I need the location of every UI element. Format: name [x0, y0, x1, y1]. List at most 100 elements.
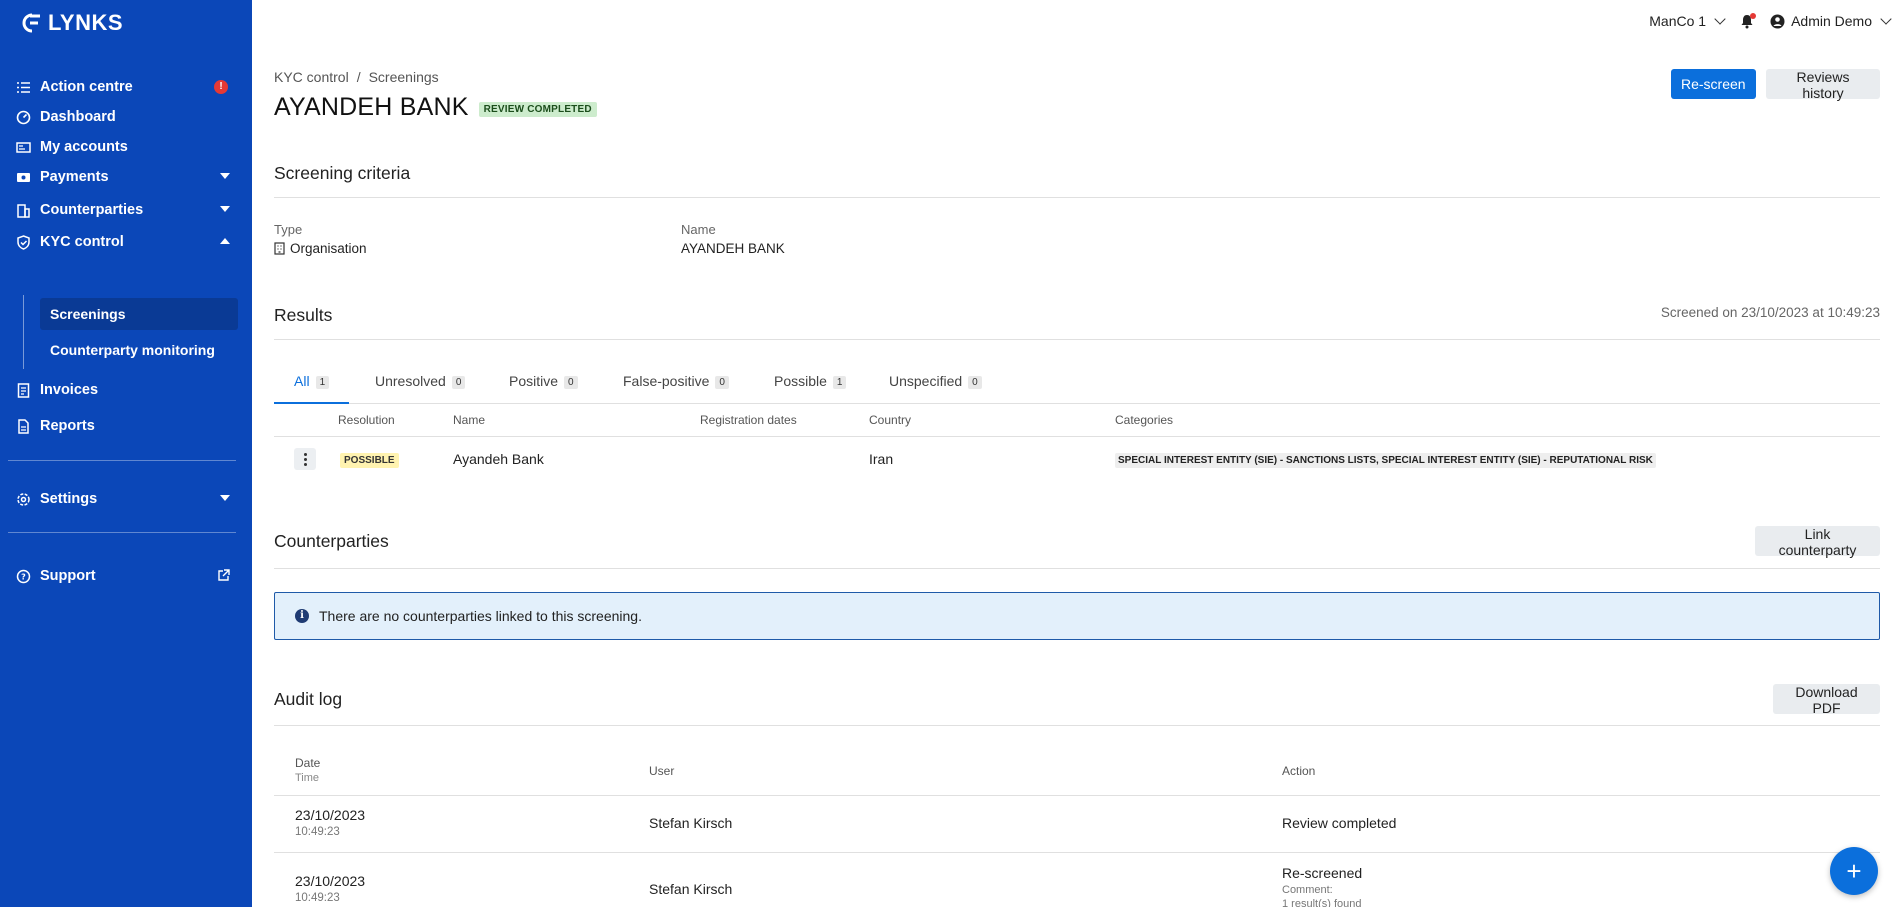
- results-tabs: All 1 Unresolved 0 Positive 0 False-posi…: [274, 366, 1880, 404]
- name-value: AYANDEH BANK: [681, 241, 785, 256]
- tab-count: 1: [315, 376, 330, 389]
- help-circle-icon: ?: [16, 569, 31, 584]
- invoice-icon: [16, 382, 31, 398]
- tab-label: Unresolved: [375, 373, 446, 389]
- tab-all[interactable]: All 1: [274, 366, 350, 404]
- sidebar-item-label: My accounts: [40, 139, 128, 155]
- tab-false-positive[interactable]: False-positive 0: [603, 366, 749, 404]
- sidebar-item-invoices[interactable]: Invoices: [0, 375, 252, 405]
- tab-unresolved[interactable]: Unresolved 0: [355, 366, 485, 404]
- sidebar-item-label: Counterparties: [40, 202, 144, 218]
- type-label: Type: [274, 222, 303, 237]
- add-fab-button[interactable]: +: [1830, 847, 1878, 895]
- page-title: AYANDEH BANK REVIEW COMPLETED: [274, 93, 597, 122]
- sidebar-item-label: Action centre: [40, 79, 133, 95]
- column-header-resolution: Resolution: [338, 413, 395, 427]
- chevron-down-icon: [1880, 13, 1892, 25]
- tab-label: All: [294, 373, 310, 389]
- sidebar-item-label: Support: [40, 568, 96, 584]
- sidebar-item-settings[interactable]: Settings: [0, 484, 252, 514]
- sidebar-item-label: Settings: [40, 491, 98, 507]
- row-actions-kebab-icon[interactable]: [294, 448, 316, 470]
- sidebar-item-support[interactable]: ? Support: [0, 561, 252, 591]
- tab-count: 0: [968, 376, 982, 389]
- user-circle-icon: [1770, 14, 1785, 28]
- sidebar-subitem-screenings[interactable]: Screenings: [40, 298, 238, 330]
- tab-count: 0: [564, 376, 578, 389]
- download-pdf-button[interactable]: Download PDF: [1773, 684, 1880, 716]
- sidebar-item-counterparties[interactable]: Counterparties: [0, 195, 252, 225]
- sidebar-item-kyc-control[interactable]: KYC control: [0, 227, 252, 257]
- sidebar-item-payments[interactable]: Payments: [0, 162, 252, 192]
- categories-badge: SPECIAL INTEREST ENTITY (SIE) - SANCTION…: [1115, 453, 1656, 468]
- tab-unspecified[interactable]: Unspecified 0: [869, 366, 1002, 404]
- type-value-text: Organisation: [290, 241, 367, 256]
- payments-icon: [16, 170, 31, 185]
- chevron-down-icon: [1714, 13, 1726, 25]
- tab-positive[interactable]: Positive 0: [489, 366, 598, 404]
- screened-on-text: Screened on 23/10/2023 at 10:49:23: [1660, 305, 1880, 320]
- company-switcher[interactable]: ManCo 1: [1649, 13, 1726, 29]
- name-label: Name: [681, 222, 716, 237]
- brand-logo[interactable]: LYNKS: [18, 10, 123, 36]
- page-title-text: AYANDEH BANK: [274, 93, 469, 121]
- tab-label: Unspecified: [889, 373, 963, 389]
- section-divider: [274, 197, 1880, 198]
- audit-time: 10:49:23: [295, 892, 340, 904]
- section-title-counterparties: Counterparties: [274, 531, 389, 551]
- user-name: Admin Demo: [1791, 13, 1872, 29]
- breadcrumb-current[interactable]: Screenings: [369, 69, 439, 85]
- info-message: There are no counterparties linked to th…: [319, 608, 642, 624]
- sidebar-item-label: Reports: [40, 418, 95, 434]
- column-header-registration-dates: Registration dates: [700, 413, 797, 427]
- sidebar-subitem-counterparty-monitoring[interactable]: Counterparty monitoring: [40, 334, 238, 366]
- table-header-divider: [274, 795, 1880, 796]
- sidebar: LYNKS Action centre ! Dashboard My accou…: [0, 0, 252, 907]
- sidebar-item-reports[interactable]: Reports: [0, 411, 252, 441]
- status-badge: REVIEW COMPLETED: [478, 102, 597, 117]
- sidebar-item-label: Dashboard: [40, 109, 116, 125]
- tab-label: Positive: [509, 373, 559, 389]
- sidebar-subitem-label: Screenings: [50, 306, 126, 322]
- list-checks-icon: [16, 80, 31, 95]
- section-divider: [274, 339, 1880, 340]
- tab-label: False-positive: [623, 373, 710, 389]
- type-value: Organisation: [274, 241, 367, 256]
- lynks-logo-icon: [22, 13, 40, 33]
- notifications-button[interactable]: [1740, 12, 1757, 29]
- column-header-time: Time: [295, 772, 320, 784]
- subnav-line: [23, 295, 24, 369]
- audit-user: Stefan Kirsch: [649, 881, 733, 897]
- building-icon: [274, 242, 285, 255]
- external-link-icon: [217, 569, 230, 586]
- info-alert: i There are no counterparties linked to …: [274, 592, 1880, 640]
- caret-down-icon: [220, 206, 230, 212]
- sidebar-subitem-label: Counterparty monitoring: [50, 342, 215, 358]
- topbar: ManCo 1 Admin Demo: [1649, 0, 1900, 42]
- tab-count: 0: [451, 376, 466, 389]
- link-counterparty-button[interactable]: Link counterparty: [1755, 526, 1880, 558]
- reviews-history-button[interactable]: Reviews history: [1766, 69, 1880, 101]
- sidebar-item-my-accounts[interactable]: My accounts: [0, 132, 252, 162]
- section-divider: [274, 725, 1880, 726]
- audit-date: 23/10/2023: [295, 807, 366, 823]
- brand-name: LYNKS: [48, 10, 124, 35]
- section-title-audit: Audit log: [274, 689, 343, 709]
- company-name: ManCo 1: [1649, 13, 1707, 29]
- tab-label: Possible: [774, 373, 827, 389]
- sidebar-item-dashboard[interactable]: Dashboard: [0, 102, 252, 132]
- breadcrumb-parent[interactable]: KYC control: [274, 69, 349, 85]
- column-header-user: User: [649, 764, 675, 778]
- user-menu[interactable]: Admin Demo: [1770, 13, 1892, 29]
- accounts-icon: [16, 140, 31, 155]
- section-title-criteria: Screening criteria: [274, 163, 411, 183]
- column-header-name: Name: [453, 413, 486, 427]
- plus-icon: +: [1846, 855, 1862, 886]
- building-icon: [16, 203, 31, 218]
- tab-possible[interactable]: Possible 1: [754, 366, 866, 404]
- sidebar-item-action-centre[interactable]: Action centre !: [0, 72, 252, 102]
- section-title-results: Results: [274, 305, 333, 325]
- rescreen-button[interactable]: Re-screen: [1671, 69, 1756, 99]
- caret-down-icon: [220, 495, 230, 501]
- caret-down-icon: [220, 173, 230, 179]
